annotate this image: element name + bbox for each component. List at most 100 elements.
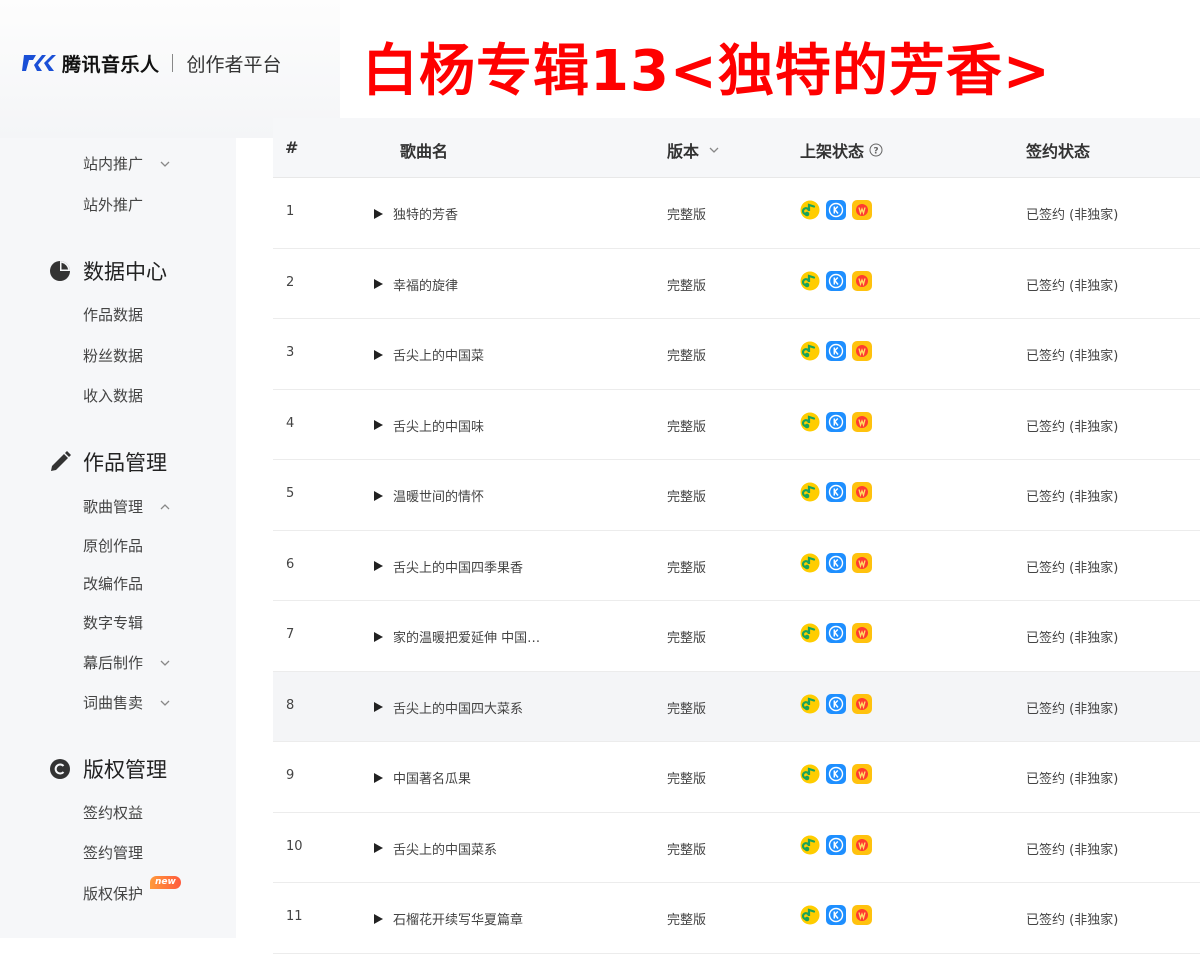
kuwo-icon[interactable] [852, 764, 872, 788]
sidebar-item-copyright-protect[interactable]: 版权保护 [83, 883, 143, 904]
qq-music-icon[interactable] [800, 271, 820, 295]
song-title: 舌尖上的中国四季果香 [393, 560, 524, 576]
sidebar-item-label: 站外推广 [83, 196, 144, 214]
sidebar-item-onsite-promo[interactable]: 站内推广 [83, 153, 171, 174]
kuwo-icon[interactable] [852, 693, 872, 718]
table-row[interactable]: 6 舌尖上的中国四季果香 完整版 已签约 (非独家) [273, 530, 1200, 601]
platform-status-cell [800, 411, 872, 436]
song-cell[interactable]: 中国著名瓜果 [372, 768, 471, 787]
sidebar-item-label: 数字专辑 [83, 614, 144, 632]
kugou-icon[interactable] [826, 764, 846, 788]
kuwo-icon[interactable] [852, 200, 872, 224]
header-version[interactable]: 版本 [667, 138, 721, 162]
qq-music-icon[interactable] [800, 553, 820, 577]
kuwo-icon[interactable] [852, 905, 872, 929]
kuwo-icon[interactable] [852, 341, 872, 365]
sidebar-item-income-data[interactable]: 收入数据 [83, 385, 143, 406]
table-row[interactable]: 5 温暖世间的情怀 完整版 已签约 (非独家) [273, 460, 1200, 531]
play-icon[interactable] [372, 842, 384, 854]
sidebar-item-lyrics-sale[interactable]: 词曲售卖 [83, 692, 171, 713]
kugou-icon[interactable] [826, 270, 846, 295]
kuwo-icon[interactable] [852, 482, 872, 506]
song-cell[interactable]: 幸福的旋律 [372, 275, 458, 294]
table-row[interactable]: 9 中国著名瓜果 完整版 已签约 (非独家) [273, 742, 1200, 813]
qq-music-icon[interactable] [800, 482, 820, 506]
table-row[interactable]: 11 石榴花开续写华夏篇章 完整版 已签约 (非独家) [273, 883, 1200, 954]
version-cell: 完整版 [667, 631, 707, 646]
play-icon[interactable] [372, 278, 384, 290]
play-icon[interactable] [372, 490, 384, 502]
song-cell[interactable]: 舌尖上的中国菜 [372, 345, 484, 364]
play-icon[interactable] [372, 419, 384, 431]
platform-status-cell [800, 693, 872, 718]
sidebar-item-digital-album[interactable]: 数字专辑 [83, 612, 143, 633]
sidebar-section-copyright[interactable]: 版权管理 [48, 754, 167, 784]
sidebar-item-label: 站内推广 [83, 155, 144, 173]
sidebar-item-song-mgmt[interactable]: 歌曲管理 [83, 496, 171, 517]
qq-music-icon[interactable] [800, 412, 820, 436]
table-row[interactable]: 2 幸福的旋律 完整版 已签约 (非独家) [273, 248, 1200, 319]
qq-music-icon[interactable] [800, 200, 820, 224]
kugou-icon[interactable] [826, 482, 846, 506]
table-row[interactable]: 7 家的温暖把爱延伸 中国… 完整版 已签约 (非独家) [273, 601, 1200, 672]
sign-status-cell: 已签约 (非独家) [1026, 772, 1119, 787]
sidebar-item-offsite-promo[interactable]: 站外推广 [83, 194, 143, 215]
play-icon[interactable] [372, 772, 384, 784]
kuwo-icon[interactable] [852, 623, 872, 647]
play-icon[interactable] [372, 560, 384, 572]
sidebar-section-works[interactable]: 作品管理 [48, 447, 167, 477]
kuwo-icon[interactable] [852, 411, 872, 436]
version-cell: 完整版 [667, 208, 707, 223]
pencil-icon [51, 451, 71, 471]
sidebar-item-fans-data[interactable]: 粉丝数据 [83, 345, 143, 366]
sidebar-item-sign-rights[interactable]: 签约权益 [83, 802, 143, 823]
song-cell[interactable]: 舌尖上的中国四大菜系 [372, 698, 523, 717]
kugou-icon[interactable] [826, 411, 846, 436]
sidebar-item-adapted-works[interactable]: 改编作品 [83, 573, 143, 594]
table-row[interactable]: 1 独特的芳香 完整版 已签约 (非独家) [273, 178, 1200, 249]
qq-music-icon[interactable] [800, 694, 820, 718]
play-icon[interactable] [372, 913, 384, 925]
kugou-icon[interactable] [826, 552, 846, 577]
sidebar-item-original-works[interactable]: 原创作品 [83, 535, 143, 556]
section-title: 作品管理 [83, 451, 167, 475]
play-icon[interactable] [372, 349, 384, 361]
play-icon[interactable] [372, 701, 384, 713]
song-cell[interactable]: 独特的芳香 [372, 204, 458, 223]
kugou-icon[interactable] [826, 341, 846, 365]
kugou-icon[interactable] [826, 623, 846, 647]
table-row[interactable]: 4 舌尖上的中国味 完整版 已签约 (非独家) [273, 389, 1200, 460]
kuwo-icon[interactable] [852, 270, 872, 295]
song-title: 中国著名瓜果 [393, 772, 472, 787]
kuwo-icon[interactable] [852, 834, 872, 859]
kugou-icon[interactable] [826, 693, 846, 718]
qq-music-icon[interactable] [800, 764, 820, 788]
table-row[interactable]: 3 舌尖上的中国菜 完整版 已签约 (非独家) [273, 319, 1200, 390]
qq-music-icon[interactable] [800, 341, 820, 365]
help-icon[interactable]: ? [869, 143, 883, 157]
qq-music-icon[interactable] [800, 623, 820, 647]
play-icon[interactable] [372, 631, 384, 643]
sidebar-item-post-production[interactable]: 幕后制作 [83, 652, 171, 673]
song-cell[interactable]: 家的温暖把爱延伸 中国… [372, 627, 540, 646]
kugou-icon[interactable] [826, 200, 846, 224]
song-cell[interactable]: 温暖世间的情怀 [372, 486, 484, 505]
kugou-icon[interactable] [826, 905, 846, 929]
brand-logo-group[interactable]: 腾讯音乐人 创作者平台 [22, 48, 282, 78]
song-cell[interactable]: 舌尖上的中国味 [372, 416, 484, 435]
play-icon[interactable] [372, 208, 384, 220]
song-cell[interactable]: 石榴花开续写华夏篇章 [372, 909, 523, 928]
song-cell[interactable]: 舌尖上的中国菜系 [372, 839, 497, 858]
song-cell[interactable]: 舌尖上的中国四季果香 [372, 557, 523, 576]
qq-music-icon[interactable] [800, 905, 820, 929]
table-row[interactable]: 10 舌尖上的中国菜系 完整版 已签约 (非独家) [273, 812, 1200, 883]
qq-music-icon[interactable] [800, 835, 820, 859]
sidebar-item-works-data[interactable]: 作品数据 [83, 304, 143, 325]
brand-subtitle: 创作者平台 [186, 53, 282, 76]
kugou-icon[interactable] [826, 834, 846, 859]
sidebar-section-data-center[interactable]: 数据中心 [48, 256, 167, 286]
table-row[interactable]: 8 舌尖上的中国四大菜系 完整版 已签约 (非独家) [273, 671, 1200, 742]
platform-status-cell [800, 834, 872, 859]
kuwo-icon[interactable] [852, 552, 872, 577]
sidebar-item-sign-mgmt[interactable]: 签约管理 [83, 842, 143, 863]
